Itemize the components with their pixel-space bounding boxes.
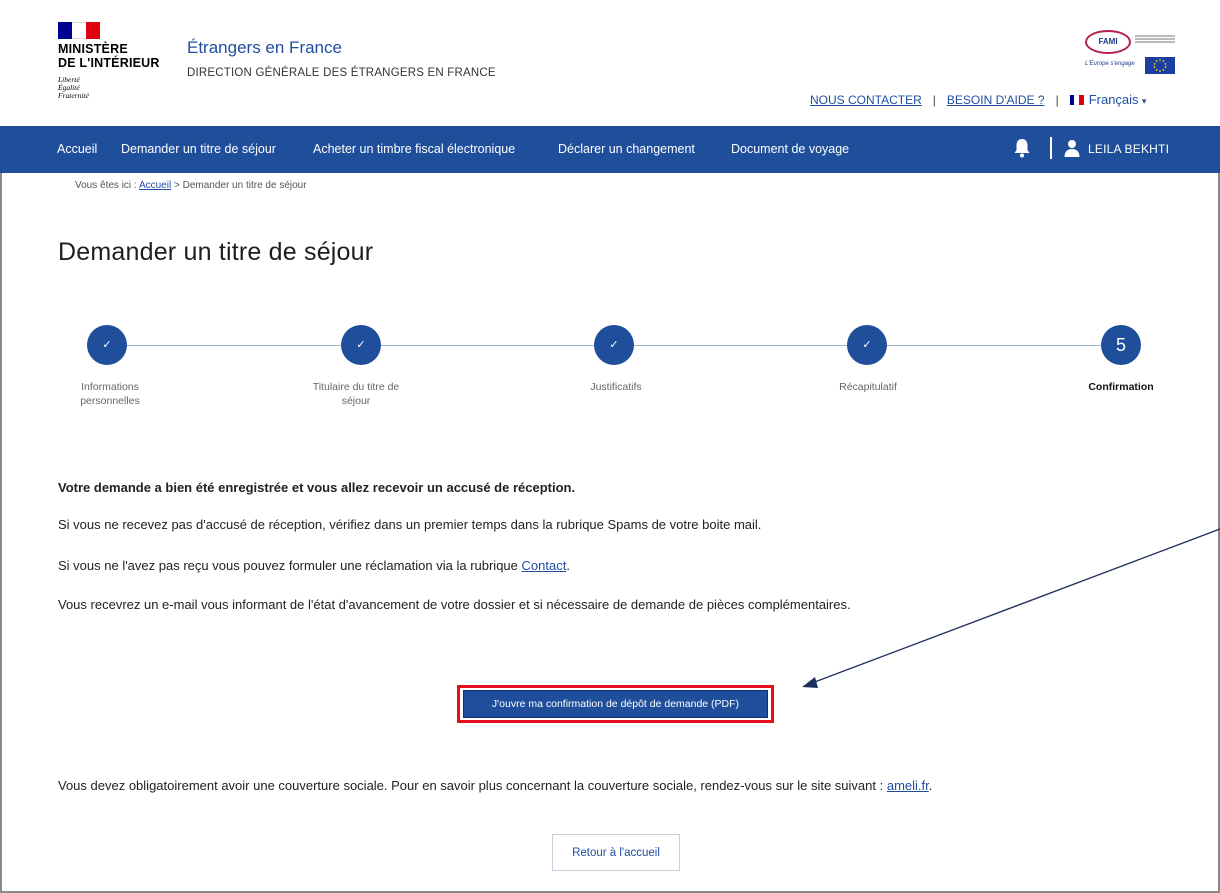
return-home-button[interactable]: Retour à l'accueil [552,834,680,871]
faml-caption: L'Europe s'engage [1085,61,1135,67]
user-icon[interactable] [1064,139,1080,157]
step-5-label: Confirmation [1066,380,1176,394]
breadcrumb-home-link[interactable]: Accueil [139,180,171,191]
site-header: MINISTÈRE DE L'INTÉRIEUR Liberté Égalité… [0,0,1220,126]
faml-logo-text: FAMI [1085,30,1131,54]
nav-item-document-voyage[interactable]: Document de voyage [731,142,849,156]
open-pdf-confirmation-button[interactable]: J'ouvre ma confirmation de dépôt de dema… [463,690,768,718]
step-1-label-line1: Informations [81,381,139,393]
bell-icon[interactable] [1013,138,1031,158]
eu-flag-icon [1145,57,1175,74]
step-2-label-line2: séjour [341,395,371,407]
main-nav: Accueil Demander un titre de séjour Ache… [0,126,1220,173]
claim-text: Si vous ne l'avez pas reçu vous pouvez f… [58,558,522,573]
nav-item-accueil[interactable]: Accueil [57,142,97,156]
step-2-label-line1: Titulaire du titre de [312,381,400,393]
step-4-label: Récapitulatif [813,380,923,394]
language-label: Français [1088,92,1139,107]
nav-item-declarer-changement[interactable]: Déclarer un changement [558,142,695,156]
ministere-line2: DE L'INTÉRIEUR [58,56,160,70]
user-name[interactable]: LEILA BEKHTI [1088,142,1169,156]
ministere-line1: MINISTÈRE [58,42,128,56]
step-5-number: 5 [1101,325,1141,365]
spam-message: Si vous ne recevez pas d'accusé de récep… [58,517,762,532]
claim-end: . [566,558,570,573]
site-title[interactable]: Étrangers en France [187,38,342,58]
step-1-check-icon: ✓ [87,325,127,365]
claim-message: Si vous ne l'avez pas reçu vous pouvez f… [58,558,570,573]
ministere-logo[interactable]: MINISTÈRE DE L'INTÉRIEUR [58,42,160,70]
language-selector[interactable]: Français ▾ [1069,92,1147,107]
step-3-label-line1: Justificatifs [590,381,642,393]
step-3-check-icon: ✓ [594,325,634,365]
step-4-label-line1: Récapitulatif [839,381,897,393]
breadcrumb-separator: > [171,180,183,191]
faml-eu-logo: FAMI L'Europe s'engage [1085,30,1175,74]
email-message: Vous recevrez un e-mail vous informant d… [58,597,851,612]
nav-item-demander-titre[interactable]: Demander un titre de séjour [121,142,276,156]
coverage-end: . [928,778,933,793]
coverage-message: Vous devez obligatoirement avoir une cou… [58,778,932,793]
french-flag-icon [1069,94,1084,105]
marianne-flag-icon [58,22,100,39]
help-link[interactable]: BESOIN D'AIDE ? [947,93,1045,107]
registered-message: Votre demande a bien été enregistrée et … [58,480,576,495]
step-2-label: Titulaire du titre de séjour [301,380,411,408]
site-subtitle: DIRECTION GÉNÉRALE DES ÉTRANGERS EN FRAN… [187,67,496,79]
step-2-check-icon: ✓ [341,325,381,365]
nav-item-timbre-fiscal[interactable]: Acheter un timbre fiscal électronique [313,142,515,156]
chevron-down-icon: ▾ [1141,96,1147,106]
step-5-label-line1: Confirmation [1088,381,1154,393]
nav-divider [1050,137,1052,159]
contact-link[interactable]: NOUS CONTACTER [810,93,922,107]
top-links: NOUS CONTACTER | BESOIN D'AIDE ? | Français … [810,92,1147,107]
coverage-text: Vous devez obligatoirement avoir une cou… [58,778,887,793]
devise: Liberté Égalité Fraternité [58,76,89,100]
breadcrumb-current: Demander un titre de séjour [182,180,307,191]
step-1-label: Informations personnelles [55,380,165,408]
breadcrumb-prefix: Vous êtes ici : [75,180,139,191]
devise-fraternite: Fraternité [58,91,89,100]
contact-inline-link[interactable]: Contact [522,558,567,573]
step-4-check-icon: ✓ [847,325,887,365]
step-1-label-line2: personnelles [80,395,140,407]
ameli-link[interactable]: ameli.fr [887,778,929,793]
breadcrumb: Vous êtes ici : Accueil > Demander un ti… [75,180,307,191]
step-3-label: Justificatifs [561,380,671,394]
page-title: Demander un titre de séjour [58,238,374,266]
